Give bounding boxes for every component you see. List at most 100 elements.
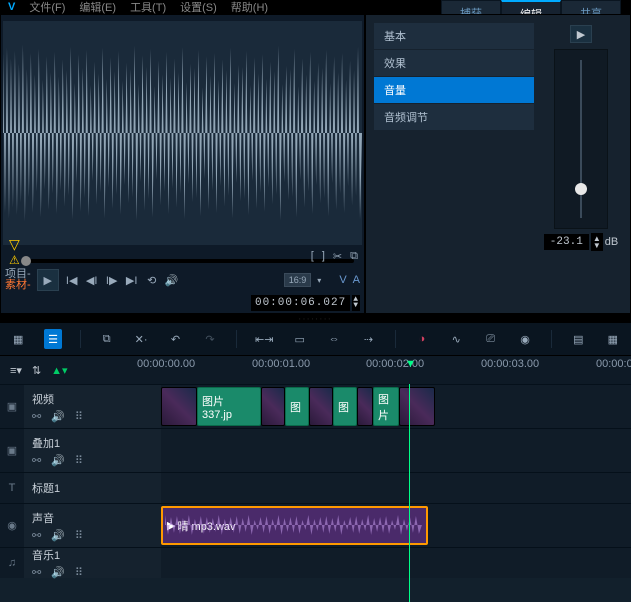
undo-icon[interactable]: ↶ (167, 329, 183, 349)
track-lane[interactable]: ▶晴 mp3.wav (161, 504, 631, 547)
goto-start-icon[interactable]: I◀ (65, 274, 79, 287)
link-icon[interactable]: ⚯ (32, 454, 41, 467)
track-icons: ⚯ 🔊 ⠿ (32, 566, 153, 579)
scrub-bar[interactable] (21, 259, 354, 263)
scrub-handle[interactable] (21, 256, 31, 266)
replace-icon[interactable]: ⧉ (98, 329, 114, 349)
material-label[interactable]: 素材- (5, 280, 31, 291)
link-icon[interactable]: ⚯ (32, 529, 41, 542)
volume-thumb[interactable] (575, 183, 587, 195)
menu-settings[interactable]: 设置(S) (180, 0, 217, 15)
mic-icon[interactable]: ◉ (0, 504, 24, 547)
track-lane[interactable] (161, 548, 631, 578)
track-header[interactable]: 音乐1⚯🔊⠿ (24, 548, 161, 578)
volume-slider[interactable] (554, 49, 608, 229)
clip-img[interactable]: 图片 337.jp (197, 387, 261, 426)
track-lane[interactable] (161, 473, 631, 503)
playhead-line[interactable] (409, 384, 410, 602)
mute-icon[interactable]: 🔊 (51, 529, 65, 542)
mute-icon[interactable]: 🔊 (51, 454, 65, 467)
mute-icon[interactable]: 🔊 (51, 566, 65, 579)
marker-icon[interactable]: ⇔ (326, 329, 342, 349)
track-name: 声音 (32, 510, 153, 526)
mixer-icon[interactable]: ⎚ (482, 329, 498, 349)
scissors-icon[interactable]: ✂ (333, 250, 342, 263)
fx-menu-icon[interactable]: ⠿ (75, 529, 83, 542)
prop-basic[interactable]: 基本 (374, 23, 534, 49)
track-lane[interactable]: 图片 337.jp图图图片 (161, 385, 631, 428)
fx-menu-icon[interactable]: ⠿ (75, 566, 83, 579)
clip-thumb[interactable] (161, 387, 197, 426)
clip-img[interactable]: 图片 (373, 387, 399, 426)
time-ruler[interactable]: 00:00:00.00 00:00:01.00 00:00:02.00 00:0… (137, 356, 631, 384)
bracket-open-icon[interactable]: [ (311, 250, 314, 263)
pane-divider[interactable]: ∙∙∙∙∙∙∙∙ (0, 314, 631, 322)
camera-icon[interactable]: ▣ (0, 429, 24, 472)
menu-tools[interactable]: 工具(T) (130, 0, 166, 15)
clip-audio[interactable]: ▶晴 mp3.wav (161, 506, 428, 545)
v-letter[interactable]: V (339, 274, 346, 286)
track-音乐1: ♫音乐1⚯🔊⠿ (0, 547, 631, 578)
prop-effect[interactable]: 效果 (374, 50, 534, 76)
color-icon[interactable]: ◑ (414, 329, 430, 349)
menu-help[interactable]: 帮助(H) (231, 0, 268, 15)
tools-icon[interactable]: ✕· (133, 329, 149, 349)
add-track-icon[interactable]: ▲▾ (51, 364, 67, 377)
track-header[interactable]: 视频⚯🔊⠿ (24, 385, 161, 428)
fx-icon[interactable]: ◉ (517, 329, 533, 349)
frame-back-icon[interactable]: ◀I (85, 274, 99, 287)
redo-icon[interactable]: ↷ (202, 329, 218, 349)
collapse-icon[interactable]: ⇅ (32, 364, 41, 377)
fx-menu-icon[interactable]: ⠿ (75, 454, 83, 467)
clip-thumb[interactable] (399, 387, 435, 426)
property-tabs: 基本 效果 音量 音频调节 (374, 23, 534, 130)
timecode-display[interactable]: 00:00:06.027 (251, 295, 350, 311)
timecode-spinner[interactable]: ▲▼ (352, 295, 360, 311)
copy-icon[interactable]: ⧉ (350, 250, 358, 263)
link-icon[interactable]: ⚯ (32, 566, 41, 579)
prop-volume[interactable]: 音量 (374, 77, 534, 103)
monitor-icon[interactable]: ▭ (291, 329, 307, 349)
list-icon[interactable]: ≡▾ (10, 364, 22, 377)
fx-menu-icon[interactable]: ⠿ (75, 410, 83, 423)
track-lane[interactable] (161, 429, 631, 472)
audio-wave-icon[interactable]: ∿ (448, 329, 464, 349)
loop-icon[interactable]: ⟲ (145, 274, 159, 287)
grid-icon[interactable]: ▦ (605, 329, 621, 349)
clip-img[interactable]: 图 (333, 387, 357, 426)
panel-icon[interactable]: ▤ (570, 329, 586, 349)
clip-thumb[interactable] (309, 387, 333, 426)
track-header[interactable]: 标题1 (24, 473, 161, 503)
aspect-dropdown-icon[interactable]: ▾ (317, 276, 321, 285)
fit-icon[interactable]: ⇤⇥ (255, 329, 273, 349)
link-icon[interactable]: ⚯ (32, 410, 41, 423)
volume-spinner[interactable]: ▲▼ (591, 233, 603, 251)
clip-img[interactable]: 图 (285, 387, 309, 426)
goto-end-icon[interactable]: ▶I (125, 274, 139, 287)
prop-audio-adjust[interactable]: 音频调节 (374, 104, 534, 130)
aspect-badge[interactable]: 16:9 (284, 273, 312, 287)
volume-icon[interactable]: 🔊 (165, 274, 179, 287)
insert-icon[interactable]: ⇢ (360, 329, 376, 349)
mute-icon[interactable]: 🔊 (51, 410, 65, 423)
music-icon[interactable]: ♫ (0, 548, 24, 578)
a-letter[interactable]: A (353, 274, 360, 286)
menu-file[interactable]: 文件(F) (29, 0, 65, 15)
text-icon[interactable]: T (0, 473, 24, 503)
storyboard-icon[interactable]: ▦ (10, 329, 26, 349)
track-header[interactable]: 叠加1⚯🔊⠿ (24, 429, 161, 472)
menu-edit[interactable]: 编辑(E) (79, 0, 116, 15)
volume-control: ▶ -23.1 ▲▼ dB (546, 25, 616, 251)
track-header[interactable]: 声音 ⚯ 🔊 ⠿ (24, 504, 161, 547)
clip-thumb[interactable] (357, 387, 373, 426)
timeline-icon[interactable]: ☰ (44, 329, 61, 349)
in-marker-icon[interactable]: ▽ (9, 236, 20, 253)
bracket-close-icon[interactable]: ] (322, 250, 325, 263)
frame-fwd-icon[interactable]: I▶ (105, 274, 119, 287)
clip-thumb[interactable] (261, 387, 285, 426)
play-button[interactable]: ▶ (37, 269, 59, 291)
waveform-display[interactable] (3, 21, 362, 245)
preview-play-button[interactable]: ▶ (570, 25, 592, 43)
playhead-marker[interactable]: ▼ (405, 358, 415, 368)
camera-icon[interactable]: ▣ (0, 385, 24, 428)
